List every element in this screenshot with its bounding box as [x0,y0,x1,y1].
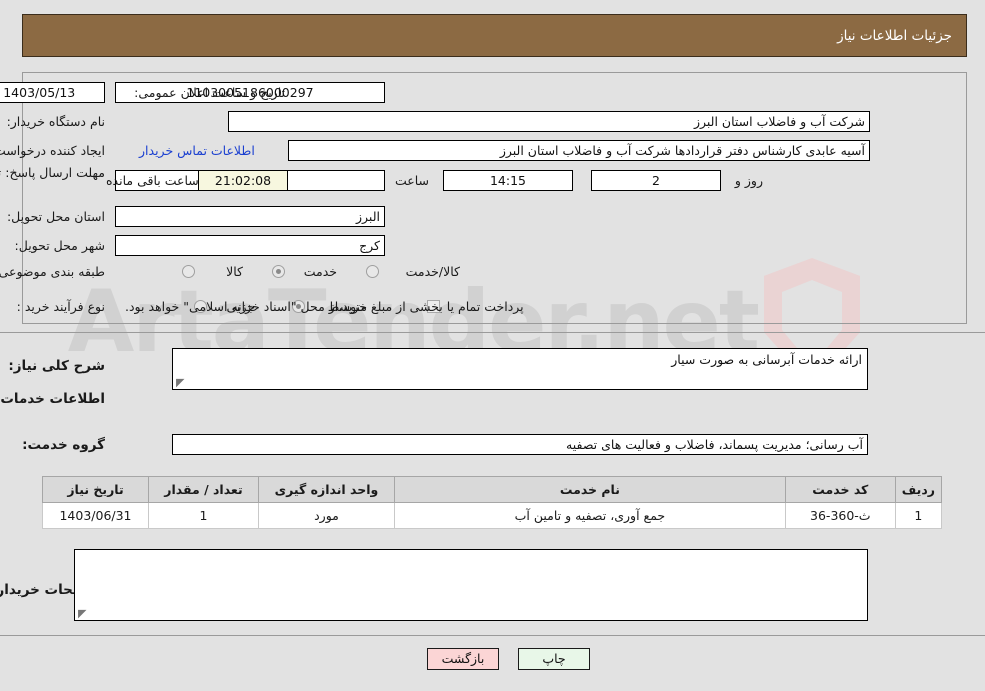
radio-category-kala-khedmat-label: کالا/خدمت [405,264,460,279]
need-description-text: ارائه خدمات آبرسانی به صورت سیار [671,352,862,367]
service-items-table: ردیف کد خدمت نام خدمت واحد اندازه گیری ت… [42,476,943,529]
province-value: البرز [115,206,385,227]
radio-category-khedmat[interactable] [272,265,285,278]
col-code: کد خدمت [784,476,896,503]
radio-category-khedmat-label: خدمت [303,264,337,279]
category-label: طبقه بندی موضوعی: [0,264,105,279]
services-section-heading: اطلاعات خدمات مورد نیاز [0,391,105,407]
table-header-row: ردیف کد خدمت نام خدمت واحد اندازه گیری ت… [42,476,943,503]
treasury-note-label: پرداخت تمام یا بخشی از مبلغ خرید،از محل … [125,299,524,314]
print-button[interactable]: چاپ [518,648,590,670]
public-announce-label: تاریخ و ساعت اعلان عمومی: [134,85,285,100]
buyer-org-value: شرکت آب و فاضلاب استان البرز [228,111,870,132]
page-title: جزئیات اطلاعات نیاز [837,27,952,44]
need-description-resize-handle[interactable]: ◥ [176,376,186,389]
cell-quantity: 1 [148,502,259,529]
hours-remaining-label: ساعت باقی مانده [106,173,199,188]
buyer-contact-link[interactable]: اطلاعات تماس خریدار [139,143,255,158]
buyer-notes-value[interactable] [74,549,868,621]
city-label: شهر محل تحویل: [14,238,105,253]
cell-date: 1403/06/31 [42,502,149,529]
days-and-label: روز و [734,173,763,188]
back-button[interactable]: بازگشت [427,648,499,670]
radio-category-kala[interactable] [182,265,195,278]
need-description-value[interactable]: ارائه خدمات آبرسانی به صورت سیار [172,348,868,390]
days-remaining-value: 2 [591,170,721,191]
countdown-timer: 21:02:08 [198,170,288,191]
requester-label: ایجاد کننده درخواست: [0,143,105,158]
service-group-value: آب رسانی؛ مدیریت پسماند، فاضلاب و فعالیت… [172,434,868,455]
table-row: 1 ث-360-36 جمع آوری، تصفیه و تامین آب مو… [42,502,943,529]
cell-code: ث-360-36 [784,502,896,529]
deadline-label: مهلت ارسال پاسخ: تا تاریخ: [0,165,105,180]
city-value: کرج [115,235,385,256]
col-date: تاریخ نیاز [42,476,149,503]
hour-label: ساعت [394,173,429,188]
col-name: نام خدمت [394,476,786,503]
need-description-label: شرح کلی نیاز: [8,358,105,374]
col-quantity: تعداد / مقدار [148,476,259,503]
buyer-org-label: نام دستگاه خریدار: [6,114,105,129]
deadline-time-value: 14:15 [443,170,573,191]
col-radif: ردیف [894,476,943,503]
radio-category-kala-label: کالا [226,264,243,279]
page-title-bar: جزئیات اطلاعات نیاز [22,14,967,57]
radio-category-kala-khedmat[interactable] [366,265,379,278]
requester-value: آسیه عابدی کارشناس دفتر قراردادها شرکت آ… [288,140,870,161]
cell-radif: 1 [894,502,943,529]
service-group-label: گروه خدمت: [22,437,105,453]
cell-unit: مورد [258,502,395,529]
province-label: استان محل تحویل: [6,209,105,224]
process-label: نوع فرآیند خرید : [16,299,105,314]
public-announce-value: 1403/05/13 - 14:13 [0,82,105,103]
need-info-panel [22,72,967,324]
buyer-notes-resize-handle[interactable]: ◥ [78,607,88,620]
col-unit: واحد اندازه گیری [258,476,395,503]
cell-name: جمع آوری، تصفیه و تامین آب [394,502,786,529]
